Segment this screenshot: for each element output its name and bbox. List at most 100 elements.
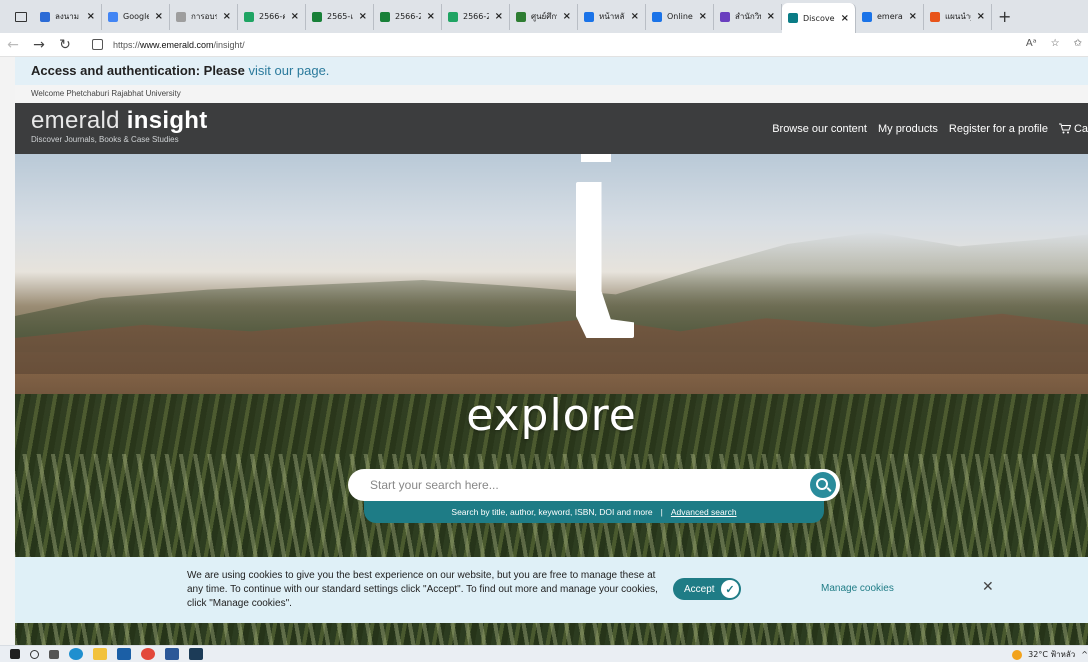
access-banner-text: Access and authentication: Please — [31, 63, 245, 78]
tab-label: 2566-ครุเ — [259, 12, 285, 21]
browser-tab[interactable]: Discover × — [782, 3, 856, 33]
tab-close-icon[interactable]: × — [699, 11, 707, 22]
browser-tab[interactable]: ลงนาม ส่งเอ็ × — [34, 3, 102, 30]
browser-tab[interactable]: หน้าหลัก - × — [578, 3, 646, 30]
browser-tab[interactable]: emerald in × — [856, 3, 924, 30]
tab-favicon-icon — [380, 11, 390, 22]
tab-favicon-icon — [788, 13, 798, 23]
tab-close-icon[interactable]: × — [87, 11, 95, 22]
tab-actions-icon[interactable] — [8, 4, 34, 30]
system-tray: 32°C ฟ้าหลัว ^ — [1012, 648, 1088, 661]
tray-chevron-icon[interactable]: ^ — [1081, 650, 1088, 659]
browse-content-link[interactable]: Browse our content — [772, 123, 867, 135]
search-button[interactable] — [810, 472, 836, 498]
search-box — [348, 469, 840, 501]
os-taskbar: 32°C ฟ้าหลัว ^ — [0, 645, 1088, 662]
site-header: emerald insight Discover Journals, Books… — [15, 103, 1088, 154]
start-icon[interactable] — [10, 649, 20, 659]
cookie-banner: We are using cookies to give you the bes… — [15, 557, 1088, 623]
tab-favicon-icon — [448, 11, 458, 22]
cart-link[interactable]: Ca — [1058, 122, 1088, 135]
tab-close-icon[interactable]: × — [291, 11, 299, 22]
advanced-search-link[interactable]: Advanced search — [671, 507, 737, 517]
browser-tab[interactable]: 2566-2 ส × — [442, 3, 510, 30]
manage-cookies-link[interactable]: Manage cookies — [821, 583, 894, 594]
tab-close-icon[interactable]: × — [977, 11, 985, 22]
browser-tab[interactable]: 2565-แบบฟ × — [306, 3, 374, 30]
tab-favicon-icon — [312, 11, 322, 22]
search-icon — [816, 478, 828, 490]
search-input[interactable] — [368, 477, 792, 493]
tab-close-icon[interactable]: × — [563, 11, 571, 22]
tab-label: 2565-แบบฟ — [327, 12, 353, 21]
tab-favicon-icon — [244, 11, 254, 22]
welcome-text: Welcome Phetchaburi Rajabhat University — [15, 85, 1088, 103]
cart-label: Ca — [1073, 122, 1088, 135]
url-domain: www.emerald.com — [140, 39, 214, 50]
web-page: Access and authentication: Please visit … — [15, 57, 1088, 645]
tab-close-icon[interactable]: × — [359, 11, 367, 22]
tab-favicon-icon — [584, 11, 594, 22]
tab-label: ศูนย์ศึกษาเรีย — [531, 12, 557, 21]
back-icon[interactable]: ← — [0, 37, 26, 53]
browser-tab[interactable]: สำนักวิทยบ × — [714, 3, 782, 30]
file-explorer-icon[interactable] — [93, 648, 107, 660]
search-hint-bar: Search by title, author, keyword, ISBN, … — [364, 501, 824, 523]
url-path: /insight/ — [213, 39, 245, 50]
cart-icon — [1058, 123, 1071, 134]
window-gutter — [0, 0, 15, 662]
search-hint-separator: | — [660, 507, 663, 517]
read-aloud-icon[interactable]: Aᵃ — [1026, 38, 1037, 49]
tab-label: Online ดี — [667, 12, 693, 21]
reload-icon[interactable]: ↻ — [52, 37, 78, 53]
emerald-insight-logo[interactable]: emerald insight Discover Journals, Books… — [31, 109, 208, 145]
insight-i-dot-graphic — [581, 154, 611, 162]
browser-tab[interactable]: การอบรมเชิ × — [170, 3, 238, 30]
weather-text[interactable]: 32°C ฟ้าหลัว — [1028, 648, 1075, 661]
browser-tab[interactable]: Google แ × — [102, 3, 170, 30]
register-profile-link[interactable]: Register for a profile — [949, 123, 1048, 135]
word-icon[interactable] — [165, 648, 179, 660]
hero-search: Search by title, author, keyword, ISBN, … — [348, 469, 840, 523]
top-navigation: Browse our content My products Register … — [772, 103, 1088, 154]
tab-close-icon[interactable]: × — [495, 11, 503, 22]
tab-favicon-icon — [720, 11, 730, 22]
tab-favicon-icon — [652, 11, 662, 22]
app-icon[interactable] — [189, 648, 203, 660]
browser-tab[interactable]: แผนนำฐานข × — [924, 3, 992, 30]
browser-tab[interactable]: Online ดี × — [646, 3, 714, 30]
tab-label: หน้าหลัก - — [599, 12, 625, 21]
favorites-add-icon[interactable]: ☆ — [1051, 38, 1060, 49]
browser-tab[interactable]: 2566-2-ร × — [374, 3, 442, 30]
visit-our-page-link[interactable]: visit our page. — [248, 63, 329, 78]
tab-close-icon[interactable]: × — [767, 11, 775, 22]
browser-tab[interactable]: ศูนย์ศึกษาเรีย × — [510, 3, 578, 30]
new-tab-icon[interactable]: + — [998, 7, 1011, 26]
tab-close-icon[interactable]: × — [155, 11, 163, 22]
chrome-icon[interactable] — [141, 648, 155, 660]
my-products-link[interactable]: My products — [878, 123, 938, 135]
access-banner: Access and authentication: Please visit … — [15, 57, 1088, 85]
edge-icon[interactable] — [69, 648, 83, 660]
tab-close-icon[interactable]: × — [631, 11, 639, 22]
tab-favicon-icon — [176, 11, 186, 22]
mail-icon[interactable] — [117, 648, 131, 660]
weather-icon[interactable] — [1012, 649, 1023, 660]
forward-icon[interactable]: → — [26, 37, 52, 53]
accept-label: Accept — [684, 583, 715, 595]
tab-close-icon[interactable]: × — [841, 13, 849, 24]
url-field[interactable]: https://www.emerald.com/insight/ — [86, 36, 986, 54]
tab-favicon-icon — [930, 11, 940, 22]
tab-close-icon[interactable]: × — [223, 11, 231, 22]
tab-close-icon[interactable]: × — [427, 11, 435, 22]
favorites-icon[interactable]: ✩ — [1074, 38, 1082, 49]
close-icon[interactable]: ✕ — [982, 579, 994, 595]
checkmark-icon: ✓ — [721, 580, 739, 598]
address-bar-row: ← → ↻ https://www.emerald.com/insight/ A… — [0, 33, 1088, 57]
tab-favicon-icon — [862, 11, 872, 22]
task-view-icon[interactable] — [49, 649, 59, 659]
accept-cookies-button[interactable]: Accept ✓ — [673, 578, 741, 600]
tab-close-icon[interactable]: × — [909, 11, 917, 22]
search-taskbar-icon[interactable] — [30, 649, 39, 659]
browser-tab[interactable]: 2566-ครุเ × — [238, 3, 306, 30]
